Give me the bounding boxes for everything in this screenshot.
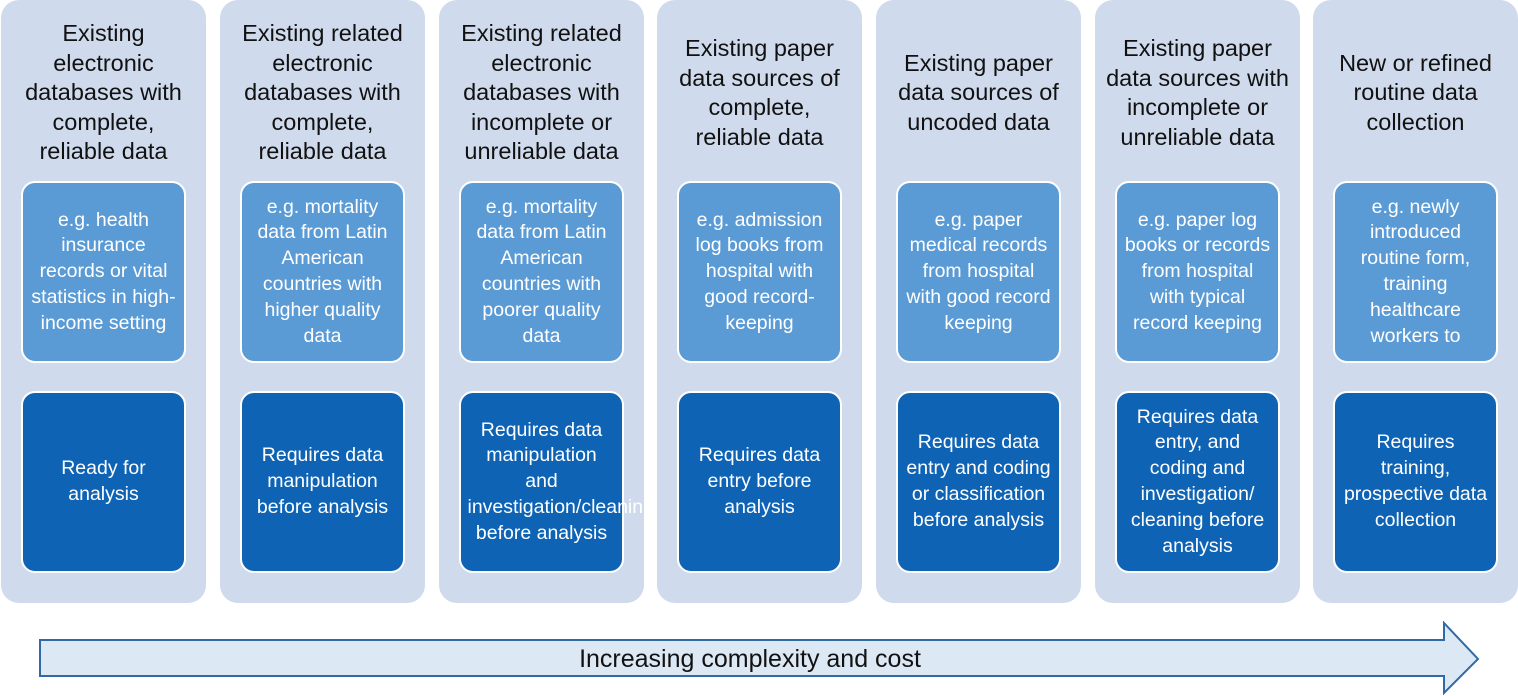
requirement-box: Requires data entry, and coding and inve… [1115, 391, 1280, 573]
arrow-label: Increasing complexity and cost [579, 644, 921, 673]
example-box: e.g. paper log books or records from hos… [1115, 181, 1280, 363]
column-5: Existing paper data sources of uncoded d… [876, 0, 1081, 603]
column-title: Existing paper data sources of complete,… [679, 35, 840, 150]
column-title: Existing related electronic databases wi… [461, 20, 622, 165]
example-box: e.g. paper medical records from hospital… [896, 181, 1061, 363]
example-box: e.g. health insurance records or vital s… [21, 181, 186, 363]
example-box: e.g. newly introduced routine form, trai… [1333, 181, 1498, 363]
column-4: Existing paper data sources of complete,… [657, 0, 862, 603]
requirement-box: Requires data manipulation before analys… [240, 391, 405, 573]
column-3: Existing related electronic databases wi… [439, 0, 654, 603]
column-2: Existing related electronic databases wi… [220, 0, 425, 603]
requirement-box: Requires training, prospective data coll… [1333, 391, 1498, 573]
example-box: e.g. mortality data from Latin American … [240, 181, 405, 363]
requirement-box: Ready for analysis [21, 391, 186, 573]
requirement-box: Requires data entry and coding or classi… [896, 391, 1061, 573]
column-6: Existing paper data sources with incompl… [1095, 0, 1300, 603]
column-title: Existing electronic databases with compl… [25, 20, 182, 165]
column-title: Existing paper data sources with incompl… [1106, 35, 1289, 150]
column-title: Existing paper data sources of uncoded d… [898, 49, 1059, 135]
column-1: Existing electronic databases with compl… [1, 0, 206, 603]
column-title: Existing related electronic databases wi… [242, 20, 403, 165]
column-7: New or refined routine data collection e… [1313, 0, 1518, 603]
example-box: e.g. mortality data from Latin American … [459, 181, 624, 363]
example-box: e.g. admission log books from hospital w… [677, 181, 842, 363]
requirement-box: Requires data entry before analysis [677, 391, 842, 573]
requirement-box: Requires data manipulation and investiga… [459, 391, 654, 573]
column-title: New or refined routine data collection [1339, 49, 1492, 135]
